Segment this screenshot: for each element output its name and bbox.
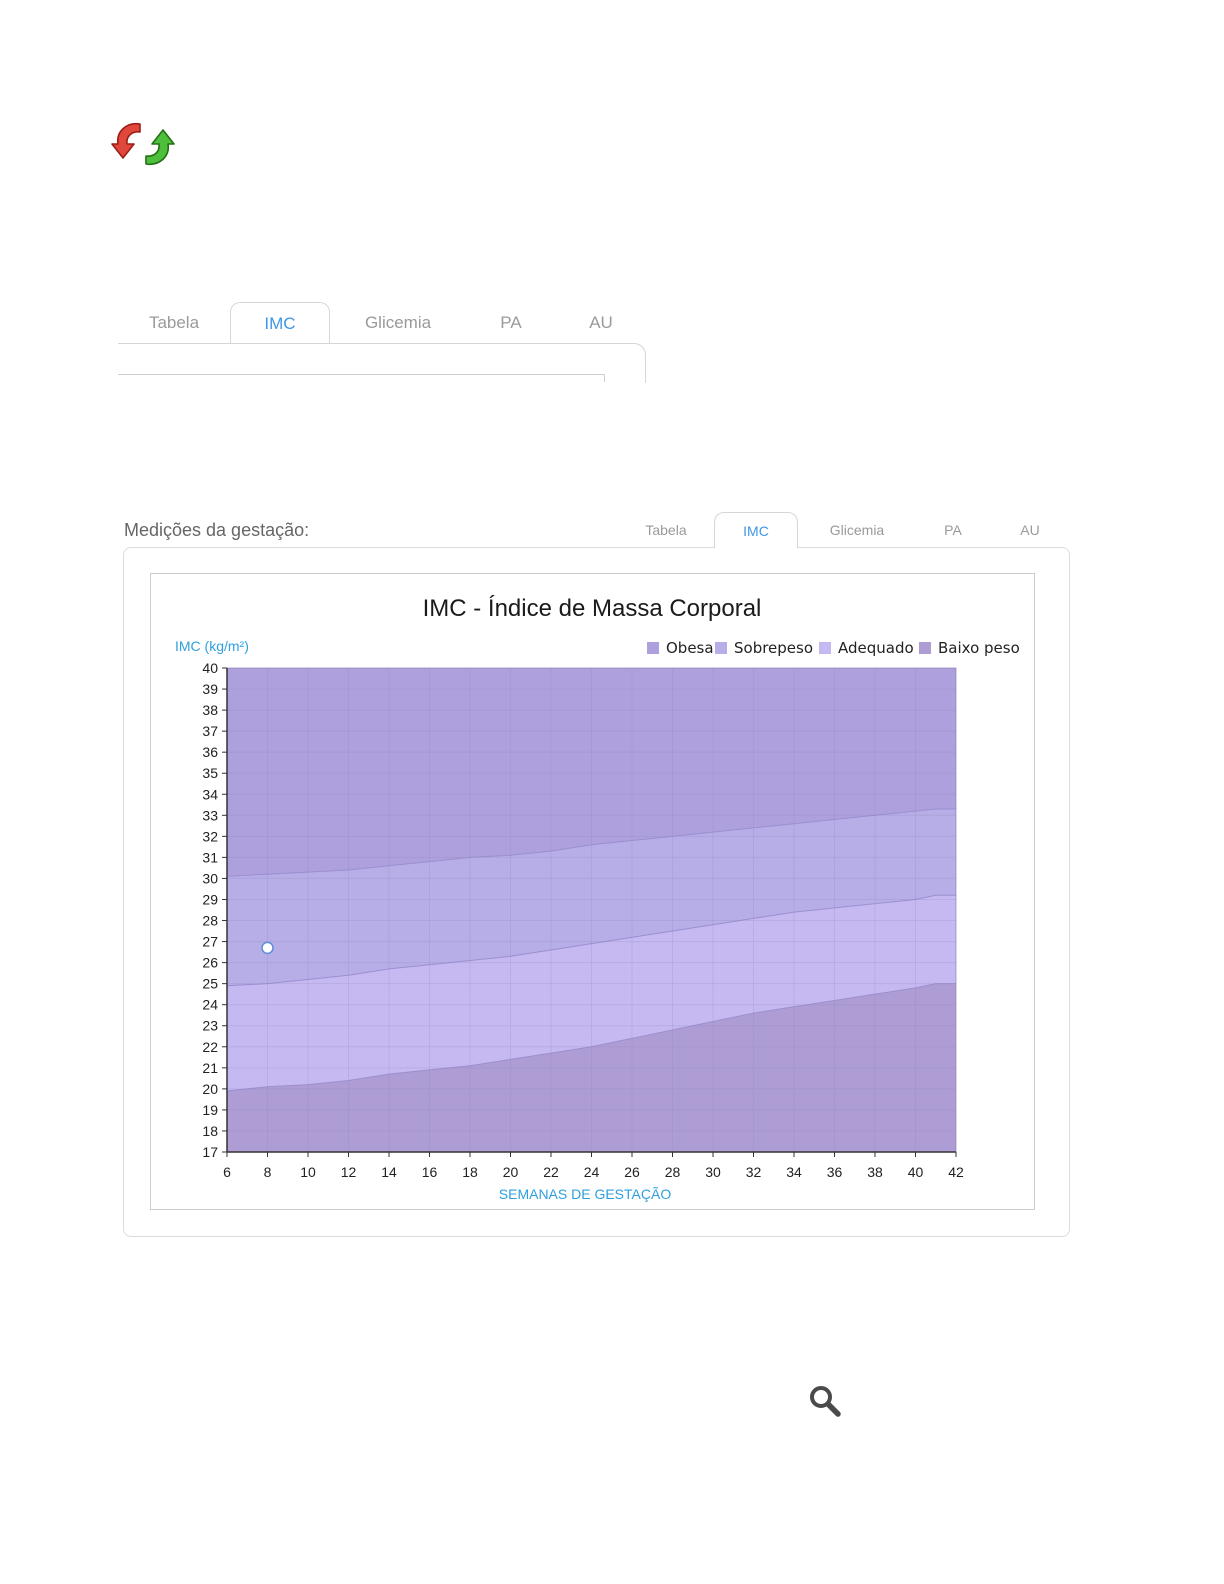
x-tick-label: 34 bbox=[786, 1164, 802, 1180]
y-axis-title: IMC (kg/m²) bbox=[175, 638, 249, 654]
x-tick-label: 32 bbox=[746, 1164, 762, 1180]
x-tick-label: 8 bbox=[264, 1164, 272, 1180]
x-tick-label: 14 bbox=[381, 1164, 397, 1180]
y-tick-label: 33 bbox=[202, 807, 218, 823]
legend-swatch-baixo-peso bbox=[919, 642, 931, 654]
y-tick-label: 40 bbox=[202, 660, 218, 676]
chart-title: IMC - Índice de Massa Corporal bbox=[423, 595, 762, 622]
x-tick-label: 24 bbox=[584, 1164, 600, 1180]
y-tick-label: 23 bbox=[202, 1018, 218, 1034]
legend-swatch-sobrepeso bbox=[715, 642, 727, 654]
tab-top-imc[interactable]: IMC bbox=[230, 302, 330, 344]
x-tick-label: 20 bbox=[503, 1164, 519, 1180]
tab-top-pa[interactable]: PA bbox=[466, 302, 556, 344]
x-tick-label: 38 bbox=[867, 1164, 883, 1180]
tab-bar-main: Tabela IMC Glicemia PA AU bbox=[618, 512, 1070, 548]
y-tick-label: 25 bbox=[202, 976, 218, 992]
tab-top-glicemia[interactable]: Glicemia bbox=[330, 302, 466, 344]
x-axis-title: SEMANAS DE GESTAÇÃO bbox=[499, 1186, 672, 1202]
legend-swatch-obesa bbox=[647, 642, 659, 654]
x-tick-label: 16 bbox=[422, 1164, 438, 1180]
tab-top-tabela[interactable]: Tabela bbox=[118, 302, 230, 344]
x-tick-label: 28 bbox=[665, 1164, 681, 1180]
y-tick-label: 17 bbox=[202, 1144, 218, 1160]
chart-legend: Obesa Sobrepeso Adequado Baixo peso bbox=[647, 639, 1020, 657]
y-tick-label: 32 bbox=[202, 828, 218, 844]
y-tick-label: 37 bbox=[202, 723, 218, 739]
y-tick-label: 27 bbox=[202, 934, 218, 950]
x-tick-label: 40 bbox=[908, 1164, 924, 1180]
x-tick-label: 6 bbox=[223, 1164, 231, 1180]
x-tick-label: 10 bbox=[300, 1164, 316, 1180]
y-tick-label: 38 bbox=[202, 702, 218, 718]
x-tick-label: 12 bbox=[341, 1164, 357, 1180]
y-tick-label: 30 bbox=[202, 870, 218, 886]
legend-label-sobrepeso: Sobrepeso bbox=[734, 639, 813, 657]
top-panel-inner bbox=[118, 374, 605, 382]
x-tick-label: 18 bbox=[462, 1164, 478, 1180]
y-tick-label: 31 bbox=[202, 849, 218, 865]
legend-swatch-adequado bbox=[819, 642, 831, 654]
y-tick-label: 36 bbox=[202, 744, 218, 760]
x-tick-label: 42 bbox=[948, 1164, 964, 1180]
tab-pa[interactable]: PA bbox=[916, 512, 990, 548]
y-tick-label: 24 bbox=[202, 997, 218, 1013]
x-tick-label: 30 bbox=[705, 1164, 721, 1180]
y-tick-label: 26 bbox=[202, 955, 218, 971]
legend-label-adequado: Adequado bbox=[838, 639, 914, 657]
tab-tabela[interactable]: Tabela bbox=[618, 512, 714, 548]
section-label: Medições da gestação: bbox=[124, 520, 310, 540]
imc-chart: 17 18 19 20 21 22 23 24 25 26 27 28 29 30 31 32 33 34 35 36… bbox=[175, 595, 1020, 1202]
y-tick-label: 19 bbox=[202, 1102, 218, 1118]
y-tick-label: 34 bbox=[202, 786, 218, 802]
y-tick-label: 20 bbox=[202, 1081, 218, 1097]
legend-label-baixo-peso: Baixo peso bbox=[938, 639, 1020, 657]
refresh-icon[interactable] bbox=[110, 116, 176, 172]
x-tick-label: 36 bbox=[827, 1164, 843, 1180]
tab-imc[interactable]: IMC bbox=[714, 512, 798, 548]
tab-top-au[interactable]: AU bbox=[556, 302, 646, 344]
y-tick-label: 29 bbox=[202, 891, 218, 907]
x-tick-label: 22 bbox=[543, 1164, 559, 1180]
x-tick-label: 26 bbox=[624, 1164, 640, 1180]
y-tick-label: 28 bbox=[202, 913, 218, 929]
search-icon[interactable] bbox=[808, 1384, 842, 1418]
tab-bar-top: Tabela IMC Glicemia PA AU bbox=[118, 302, 646, 344]
data-point bbox=[261, 941, 274, 955]
y-tick-label: 22 bbox=[202, 1039, 218, 1055]
y-tick-label: 35 bbox=[202, 765, 218, 781]
tab-glicemia[interactable]: Glicemia bbox=[798, 512, 916, 548]
legend-label-obesa: Obesa bbox=[666, 639, 714, 657]
tab-au[interactable]: AU bbox=[990, 512, 1070, 548]
y-tick-label: 39 bbox=[202, 681, 218, 697]
y-tick-label: 21 bbox=[202, 1060, 218, 1076]
y-tick-label: 18 bbox=[202, 1123, 218, 1139]
